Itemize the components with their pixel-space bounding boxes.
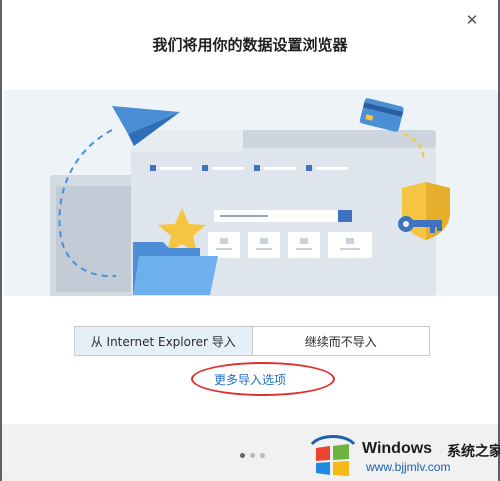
import-button-group: 从 Internet Explorer 导入 继续而不导入 xyxy=(74,326,430,356)
import-from-ie-button[interactable]: 从 Internet Explorer 导入 xyxy=(75,327,253,355)
page-dot-2[interactable] xyxy=(250,453,255,458)
red-circle-annotation xyxy=(191,362,335,396)
import-illustration-graphic xyxy=(50,98,450,297)
watermark-brand: Windows xyxy=(362,440,433,457)
credit-card-shape xyxy=(359,98,404,132)
close-button[interactable]: ✕ xyxy=(462,10,482,30)
watermark-url: www.bjjmlv.com xyxy=(366,460,451,474)
illustration xyxy=(4,90,498,297)
close-icon: ✕ xyxy=(465,11,479,29)
dialog-title: 我们将用你的数据设置浏览器 xyxy=(152,36,348,54)
page-dot-3[interactable] xyxy=(260,453,265,458)
watermark: Windows 系统之家 www.bjjmlv.com xyxy=(300,428,500,480)
page-dot-1[interactable] xyxy=(240,453,245,458)
page-indicator xyxy=(240,453,265,458)
watermark-suffix: 系统之家 xyxy=(447,444,500,460)
windows-logo-icon xyxy=(310,435,356,476)
continue-without-import-button[interactable]: 继续而不导入 xyxy=(253,327,430,355)
import-dialog: ✕ 我们将用你的数据设置浏览器 从 Internet Explorer 导入 继… xyxy=(2,0,498,481)
